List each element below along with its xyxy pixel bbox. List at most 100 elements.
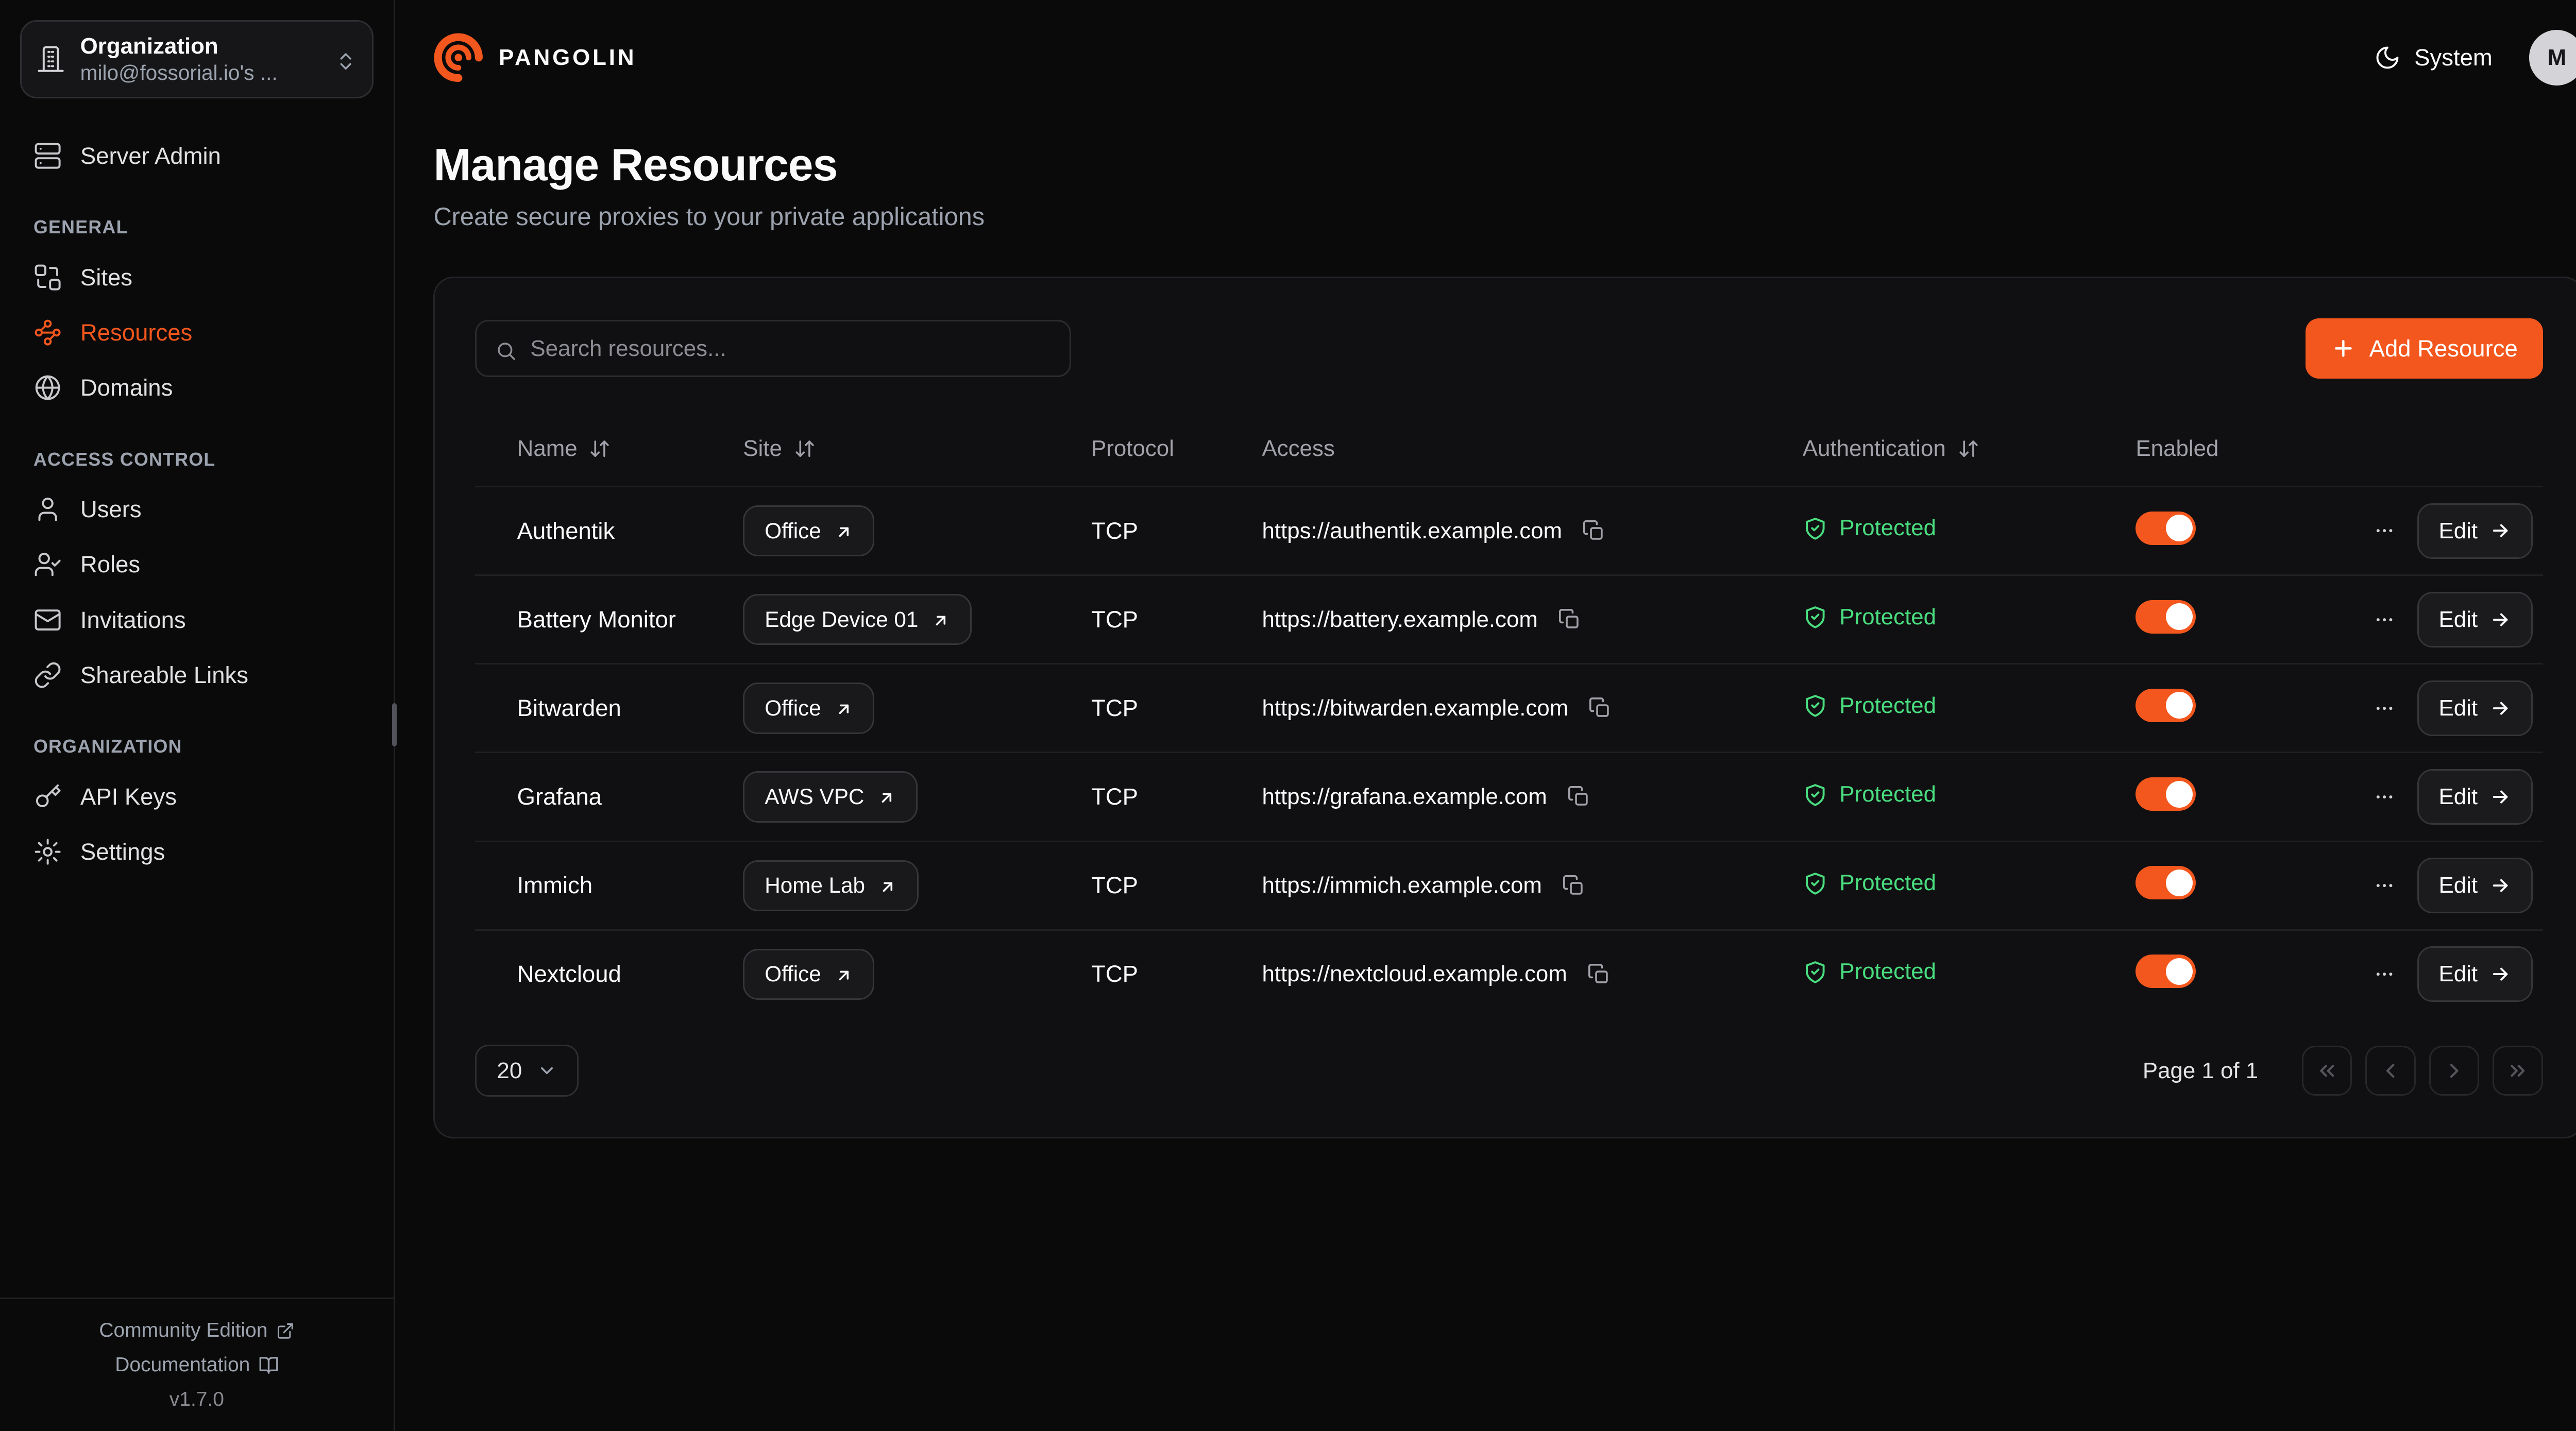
auth-status-badge: Protected — [1803, 515, 1936, 541]
main-content: PANGOLIN System M Manage Resources Creat… — [395, 0, 2576, 1431]
site-link-button[interactable]: AWS VPC — [743, 771, 918, 822]
documentation-link[interactable]: Documentation — [115, 1354, 278, 1376]
site-link-button[interactable]: Office — [743, 683, 874, 734]
topbar-right: System M — [2374, 30, 2576, 85]
theme-toggle-button[interactable]: System — [2374, 44, 2493, 71]
sidebar-item-users[interactable]: Users — [20, 482, 374, 537]
community-edition-link[interactable]: Community Edition — [99, 1319, 294, 1342]
add-resource-button[interactable]: Add Resource — [2306, 318, 2543, 379]
edit-button[interactable]: Edit — [2417, 858, 2533, 913]
site-name: AWS VPC — [765, 785, 864, 809]
edit-button[interactable]: Edit — [2417, 503, 2533, 559]
copy-icon[interactable] — [1554, 604, 1584, 634]
enabled-toggle[interactable] — [2136, 866, 2196, 899]
access-url: https://grafana.example.com — [1262, 784, 1547, 810]
enabled-toggle[interactable] — [2136, 512, 2196, 545]
org-label: Organization — [80, 33, 320, 59]
auth-status-badge: Protected — [1803, 604, 1936, 630]
sidebar-item-sites[interactable]: Sites — [20, 250, 374, 305]
edit-button[interactable]: Edit — [2417, 592, 2533, 648]
resources-card: Add Resource Name Site Protocol Access A… — [433, 277, 2576, 1138]
search-input[interactable] — [530, 336, 1051, 362]
more-actions-button[interactable] — [2370, 605, 2399, 634]
gear-icon — [33, 838, 62, 866]
server-icon — [33, 142, 62, 170]
arrow-up-right-icon — [878, 876, 897, 895]
edit-label: Edit — [2438, 607, 2478, 633]
more-actions-button[interactable] — [2370, 960, 2399, 989]
theme-label: System — [2414, 44, 2493, 71]
documentation-label: Documentation — [115, 1354, 250, 1376]
sidebar-item-settings[interactable]: Settings — [20, 824, 374, 879]
arrow-up-right-icon — [877, 788, 896, 806]
sidebar-item-invitations[interactable]: Invitations — [20, 592, 374, 648]
resource-name: Authentik — [517, 518, 743, 544]
table-row: Nextcloud Office TCP https://nextcloud.e… — [475, 929, 2543, 1018]
column-header-site[interactable]: Site — [743, 436, 1091, 462]
pager-buttons — [2302, 1046, 2543, 1096]
edit-label: Edit — [2438, 784, 2478, 810]
edit-button[interactable]: Edit — [2417, 680, 2533, 736]
copy-icon[interactable] — [1585, 693, 1615, 723]
more-actions-button[interactable] — [2370, 782, 2399, 811]
edit-label: Edit — [2438, 873, 2478, 898]
ellipsis-icon — [2374, 875, 2395, 896]
chevron-down-icon — [537, 1061, 557, 1081]
last-page-button[interactable] — [2493, 1046, 2543, 1096]
sidebar-item-label: Settings — [80, 840, 165, 863]
site-link-button[interactable]: Edge Device 01 — [743, 594, 972, 645]
card-toolbar: Add Resource — [475, 318, 2543, 379]
shield-check-icon — [1803, 604, 1828, 629]
copy-icon[interactable] — [1579, 516, 1609, 546]
enabled-toggle[interactable] — [2136, 600, 2196, 634]
enabled-toggle[interactable] — [2136, 955, 2196, 988]
copy-icon[interactable] — [1584, 959, 1614, 989]
shield-check-icon — [1803, 782, 1828, 807]
sidebar-item-roles[interactable]: Roles — [20, 537, 374, 592]
auth-status-label: Protected — [1839, 693, 1936, 719]
add-resource-label: Add Resource — [2369, 335, 2518, 362]
site-link-button[interactable]: Home Lab — [743, 860, 918, 911]
resource-name: Grafana — [517, 783, 743, 810]
more-actions-button[interactable] — [2370, 872, 2399, 900]
resource-name: Bitwarden — [517, 695, 743, 722]
sidebar-item-server-admin[interactable]: Server Admin — [20, 128, 374, 183]
next-page-button[interactable] — [2429, 1046, 2479, 1096]
column-header-authentication[interactable]: Authentication — [1803, 436, 2136, 462]
book-open-icon — [259, 1355, 279, 1375]
sidebar-item-label: Server Admin — [80, 144, 221, 167]
site-link-button[interactable]: Office — [743, 949, 874, 1000]
auth-status-label: Protected — [1839, 959, 1936, 984]
prev-page-button[interactable] — [2365, 1046, 2415, 1096]
sites-icon — [33, 263, 62, 292]
sidebar-item-domains[interactable]: Domains — [20, 360, 374, 415]
sidebar-item-resources[interactable]: Resources — [20, 305, 374, 360]
pangolin-logo-icon — [433, 32, 483, 82]
org-selector[interactable]: Organization milo@fossorial.io's ... — [20, 20, 374, 98]
sidebar-item-shareable-links[interactable]: Shareable Links — [20, 648, 374, 703]
more-actions-button[interactable] — [2370, 694, 2399, 722]
column-header-name[interactable]: Name — [517, 436, 743, 462]
site-name: Office — [765, 962, 821, 986]
auth-status-badge: Protected — [1803, 959, 1936, 984]
enabled-toggle[interactable] — [2136, 777, 2196, 811]
first-page-button[interactable] — [2302, 1046, 2352, 1096]
edit-button[interactable]: Edit — [2417, 946, 2533, 1002]
edit-button[interactable]: Edit — [2417, 769, 2533, 825]
page-size-select[interactable]: 20 — [475, 1045, 579, 1097]
page-size-value: 20 — [497, 1058, 522, 1084]
arrow-up-right-icon — [931, 610, 950, 629]
arrow-right-icon — [2489, 520, 2511, 541]
enabled-toggle[interactable] — [2136, 689, 2196, 722]
resource-name: Battery Monitor — [517, 606, 743, 633]
chevrons-right-icon — [2506, 1059, 2529, 1082]
protocol-value: TCP — [1091, 695, 1262, 722]
more-actions-button[interactable] — [2370, 517, 2399, 545]
site-link-button[interactable]: Office — [743, 505, 874, 556]
ellipsis-icon — [2374, 609, 2395, 631]
copy-icon[interactable] — [1564, 782, 1594, 812]
copy-icon[interactable] — [1558, 871, 1588, 900]
sidebar-item-api-keys[interactable]: API Keys — [20, 769, 374, 824]
avatar[interactable]: M — [2529, 30, 2576, 85]
community-edition-label: Community Edition — [99, 1319, 267, 1342]
